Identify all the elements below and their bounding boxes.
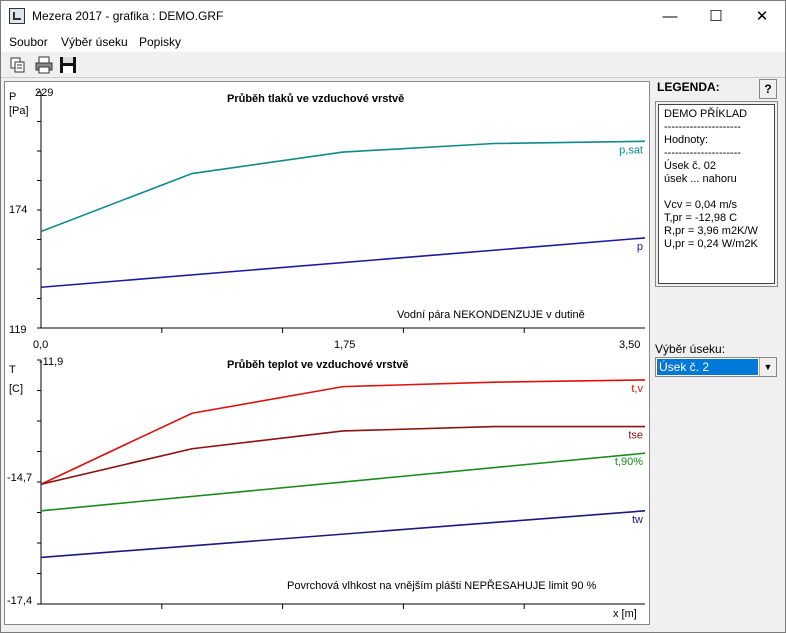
pressure-chart-title: Průběh tlaků ve vzduchové vrstvě: [227, 93, 404, 105]
toolbar: [1, 52, 785, 78]
menu-bar: Soubor Výběr úseku Popisky: [1, 32, 785, 52]
close-button[interactable]: ✕: [739, 1, 785, 32]
charts-svg: P [Pa] Průběh tlaků ve vzduchové vrstvě …: [7, 87, 646, 620]
temp-series: t,v tse t,90% tw: [40, 379, 646, 559]
series-label: p: [637, 241, 643, 253]
legend-line: Vcv = 0,04 m/s: [664, 199, 738, 211]
legend-text: DEMO PŘÍKLAD --------------------- Hodno…: [658, 104, 775, 284]
series-label: t,v: [631, 383, 643, 395]
temp-ytick-bottom: -17,4: [7, 595, 32, 607]
segment-select[interactable]: Úsek č. 2 ▼: [655, 357, 777, 377]
title-bar[interactable]: Mezera 2017 - grafika : DEMO.GRF — ☐ ✕: [1, 1, 785, 32]
menu-vyber-useku[interactable]: Výběr úseku: [61, 35, 128, 49]
segment-select-label: Výběr úseku:: [655, 342, 726, 356]
help-button[interactable]: ?: [759, 79, 777, 99]
legend-line: [664, 186, 769, 199]
pressure-ytick-mid: 174: [9, 204, 27, 216]
legend-line: úsek ... nahoru: [664, 173, 737, 185]
pressure-axes: [37, 91, 645, 333]
minimize-button[interactable]: —: [647, 1, 693, 32]
temp-xlabel: x [m]: [613, 608, 637, 620]
copy-icon[interactable]: [8, 55, 28, 75]
print-icon[interactable]: [34, 55, 54, 75]
window-title: Mezera 2017 - grafika : DEMO.GRF: [32, 9, 224, 23]
app-window: Mezera 2017 - grafika : DEMO.GRF — ☐ ✕ S…: [0, 0, 786, 633]
temp-axes: [37, 359, 645, 609]
temp-ytick-top: -11,9: [39, 356, 63, 368]
pressure-annotation: Vodní pára NEKONDENZUJE v dutině: [397, 309, 585, 321]
temp-annotation: Povrchová vlhkost na vnějším plášti NEPŘ…: [287, 579, 597, 592]
chevron-down-icon[interactable]: ▼: [759, 358, 776, 376]
series-label: tw: [632, 514, 643, 526]
pressure-ytick-bottom: 119: [9, 324, 27, 336]
legend-line: Úsek č. 02: [664, 160, 716, 172]
series-line-tw: [40, 510, 646, 559]
legend-line: Hodnoty:: [664, 134, 709, 146]
pressure-yunit: [Pa]: [9, 105, 29, 117]
series-line-tv: [40, 379, 646, 485]
temp-chart-title: Průběh teplot ve vzduchové vrstvě: [227, 359, 409, 371]
legend-box: DEMO PŘÍKLAD --------------------- Hodno…: [655, 101, 778, 287]
legend-line: ---------------------: [664, 121, 741, 133]
series-label: t,90%: [615, 456, 643, 468]
pressure-xtick-end: 3,50: [619, 339, 640, 351]
series-line-p: [40, 237, 646, 289]
pressure-ytick-top: 229: [35, 87, 53, 99]
save-icon[interactable]: [58, 55, 78, 75]
app-icon: [9, 8, 25, 24]
menu-soubor[interactable]: Soubor: [9, 35, 48, 49]
series-line-psat: [40, 140, 646, 233]
legend-line: T,pr = -12,98 C: [664, 212, 738, 224]
chart-panel: P [Pa] Průběh tlaků ve vzduchové vrstvě …: [4, 81, 650, 625]
series-line-t90: [40, 452, 646, 512]
series-line-tse: [40, 425, 645, 485]
series-label: p,sat: [619, 144, 643, 156]
temp-ylabel: T: [9, 364, 16, 376]
pressure-series: p,sat p: [40, 140, 646, 289]
series-label: tse: [628, 430, 643, 442]
legend-line: DEMO PŘÍKLAD: [664, 108, 748, 120]
maximize-button[interactable]: ☐: [693, 1, 739, 32]
legend-line: R,pr = 3,96 m2K/W: [664, 225, 758, 237]
menu-popisky[interactable]: Popisky: [139, 35, 181, 49]
legend-title: LEGENDA:: [657, 80, 720, 94]
segment-select-value[interactable]: Úsek č. 2: [657, 359, 758, 375]
pressure-ylabel: P: [9, 91, 16, 103]
pressure-xtick-mid: 1,75: [334, 339, 355, 351]
legend-line: ---------------------: [664, 147, 741, 159]
temp-ytick-mid: -14,7: [7, 472, 32, 484]
pressure-xtick-start: 0,0: [33, 339, 48, 351]
temp-yunit: [C]: [9, 383, 23, 395]
legend-line: U,pr = 0,24 W/m2K: [664, 238, 758, 250]
